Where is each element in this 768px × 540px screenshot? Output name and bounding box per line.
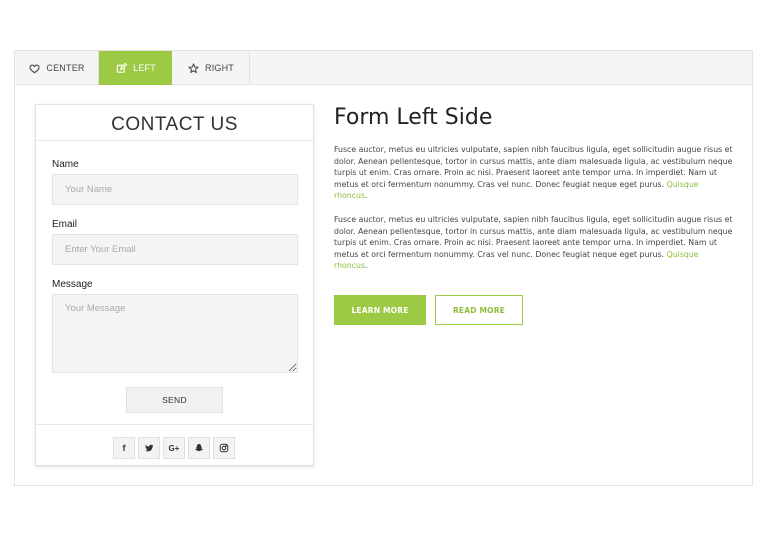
facebook-glyph: f — [122, 443, 126, 453]
message-label: Message — [52, 279, 93, 290]
send-button[interactable]: SEND — [126, 387, 223, 413]
action-buttons: LEARN MORE READ MORE — [334, 295, 523, 325]
tab-right-label: RIGHT — [205, 63, 234, 73]
email-input[interactable] — [52, 234, 298, 265]
message-textarea[interactable] — [52, 294, 298, 373]
name-input[interactable] — [52, 174, 298, 205]
read-more-button[interactable]: READ MORE — [435, 295, 523, 325]
google-plus-glyph: G+ — [168, 443, 180, 453]
tab-center[interactable]: CENTER — [15, 51, 99, 85]
content-frame: CENTER LEFT RIGHT CONTACT US Name Email … — [14, 50, 753, 486]
snapchat-icon[interactable] — [188, 437, 210, 459]
tab-right[interactable]: RIGHT — [172, 51, 250, 85]
social-links: f G+ — [113, 437, 235, 459]
contact-form-card: CONTACT US Name Email Message SEND f G+ — [35, 104, 314, 466]
card-divider — [36, 424, 313, 425]
heart-icon — [28, 62, 40, 74]
tab-bar: CENTER LEFT RIGHT — [15, 51, 752, 85]
paragraph-2: Fusce auctor, metus eu ultricies vulputa… — [334, 214, 733, 271]
name-label: Name — [52, 159, 79, 170]
edit-icon — [115, 62, 127, 74]
learn-more-button[interactable]: LEARN MORE — [334, 295, 426, 325]
google-plus-icon[interactable]: G+ — [163, 437, 185, 459]
facebook-icon[interactable]: f — [113, 437, 135, 459]
tab-left-label: LEFT — [133, 63, 156, 73]
star-icon — [187, 62, 199, 74]
paragraph-1: Fusce auctor, metus eu ultricies vulputa… — [334, 145, 733, 201]
tab-center-label: CENTER — [46, 63, 85, 73]
content-column: Form Left Side Fusce auctor, metus eu ul… — [334, 105, 734, 325]
contact-form-title: CONTACT US — [36, 105, 313, 141]
email-label: Email — [52, 219, 78, 230]
twitter-icon[interactable] — [138, 437, 160, 459]
tab-left[interactable]: LEFT — [99, 51, 172, 85]
instagram-icon[interactable] — [213, 437, 235, 459]
section-heading: Form Left Side — [334, 105, 493, 130]
